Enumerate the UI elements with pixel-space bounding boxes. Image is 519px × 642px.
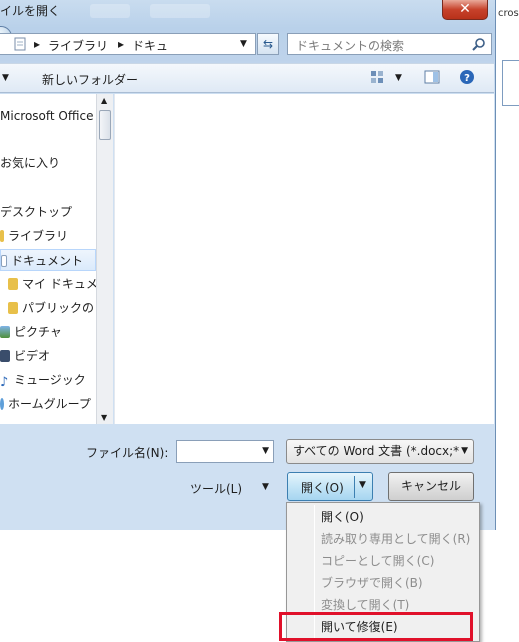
nav-item-library[interactable]: ライブラリ bbox=[0, 225, 68, 247]
title-bar: イルを開く ✕ bbox=[0, 0, 495, 24]
nav-item-favorites[interactable]: お気に入り bbox=[0, 152, 60, 174]
annotation-highlight-box bbox=[279, 612, 473, 641]
search-input[interactable]: ドキュメントの検索 bbox=[287, 33, 492, 55]
address-bar[interactable]: ▸ ライブラリ ▸ ドキュ ▼ bbox=[0, 33, 256, 55]
menu-item-open-browser: ブラウザで開く(B) bbox=[321, 576, 423, 590]
open-button-label: 開く(O) bbox=[301, 481, 344, 495]
menu-item-open[interactable]: 開く(O) bbox=[321, 506, 364, 528]
nav-item-office[interactable]: Microsoft Office W bbox=[0, 105, 96, 127]
nav-item-video[interactable]: ビデオ bbox=[0, 345, 50, 367]
chevron-down-icon[interactable]: ▼ bbox=[359, 480, 366, 490]
preview-pane-icon[interactable] bbox=[424, 70, 440, 87]
background-window-panel bbox=[502, 60, 519, 106]
chevron-down-icon[interactable]: ▼ bbox=[262, 446, 269, 456]
filetype-select[interactable]: すべての Word 文書 (*.docx;* ▼ bbox=[286, 439, 474, 464]
breadcrumb-documents[interactable]: ドキュ bbox=[132, 37, 168, 54]
file-list-area[interactable] bbox=[114, 94, 494, 424]
chevron-right-icon[interactable]: ▸ bbox=[118, 37, 124, 51]
documents-icon bbox=[1, 255, 7, 267]
close-button[interactable]: ✕ bbox=[442, 0, 488, 20]
nav-scrollbar[interactable]: ▲ ▼ bbox=[96, 94, 113, 424]
filename-input[interactable]: ▼ bbox=[176, 440, 274, 463]
search-placeholder: ドキュメントの検索 bbox=[296, 39, 405, 53]
navigation-pane: Microsoft Office W お気に入り デスクトップ ライブラリ ドキ… bbox=[0, 94, 96, 424]
chevron-down-icon[interactable]: ▼ bbox=[240, 39, 247, 49]
nav-item-pictures[interactable]: ピクチャ bbox=[0, 321, 62, 343]
nav-item-homegroup[interactable]: ホームグループ bbox=[0, 393, 91, 415]
nav-item-music[interactable]: ♪ ミュージック bbox=[0, 369, 86, 391]
nav-item-documents[interactable]: ドキュメント bbox=[0, 249, 96, 271]
breadcrumb-library[interactable]: ライブラリ bbox=[48, 37, 108, 54]
nav-item-desktop[interactable]: デスクトップ bbox=[0, 201, 72, 223]
homegroup-icon bbox=[0, 398, 4, 410]
window-title: イルを開く bbox=[0, 4, 61, 18]
chevron-down-icon[interactable]: ▼ bbox=[461, 440, 468, 462]
nav-item-public[interactable]: パブリックの bbox=[8, 297, 94, 319]
video-icon bbox=[0, 350, 10, 362]
folder-icon bbox=[14, 37, 26, 54]
search-icon[interactable] bbox=[472, 37, 486, 51]
menu-item-open-readonly: 読み取り専用として開く(R) bbox=[321, 532, 471, 546]
background-window-text: cros bbox=[498, 8, 519, 19]
chevron-right-icon[interactable]: ▸ bbox=[34, 37, 40, 51]
open-file-dialog: イルを開く ✕ ▸ ライブラリ ▸ ドキュ ▼ ⇆ ドキュメントの検索 ▼ 新し… bbox=[0, 0, 496, 530]
command-toolbar: ▼ 新しいフォルダー ▼ ? bbox=[0, 63, 494, 93]
help-icon[interactable]: ? bbox=[459, 69, 475, 88]
new-folder-button[interactable]: 新しいフォルダー bbox=[42, 71, 138, 88]
scroll-down-arrow[interactable]: ▼ bbox=[101, 413, 107, 422]
filename-label: ファイル名(N): bbox=[86, 446, 169, 460]
blurred-titlebar-area bbox=[90, 4, 130, 18]
tools-button[interactable]: ツール(L) bbox=[190, 480, 242, 497]
scrollbar-thumb[interactable] bbox=[99, 110, 111, 140]
blurred-titlebar-area bbox=[150, 4, 210, 18]
refresh-button[interactable]: ⇆ bbox=[257, 33, 279, 55]
view-options-icon[interactable] bbox=[370, 70, 384, 87]
folder-icon bbox=[8, 278, 18, 290]
music-icon: ♪ bbox=[0, 375, 9, 390]
open-split-button[interactable]: 開く(O) ▼ bbox=[287, 472, 373, 501]
split-divider bbox=[354, 476, 355, 498]
view-dropdown-arrow[interactable]: ▼ bbox=[395, 73, 402, 83]
organize-dropdown-arrow[interactable]: ▼ bbox=[2, 73, 9, 83]
refresh-icon: ⇆ bbox=[262, 37, 274, 51]
svg-text:?: ? bbox=[464, 73, 470, 84]
pictures-icon bbox=[0, 326, 10, 338]
cancel-button[interactable]: キャンセル bbox=[388, 472, 474, 501]
library-icon bbox=[0, 230, 4, 242]
nav-item-my-documents[interactable]: マイ ドキュメ bbox=[8, 273, 96, 295]
scroll-up-arrow[interactable]: ▲ bbox=[101, 96, 107, 105]
folder-icon bbox=[8, 302, 18, 314]
tools-dropdown-arrow[interactable]: ▼ bbox=[262, 482, 269, 492]
menu-item-open-copy: コピーとして開く(C) bbox=[321, 554, 435, 568]
